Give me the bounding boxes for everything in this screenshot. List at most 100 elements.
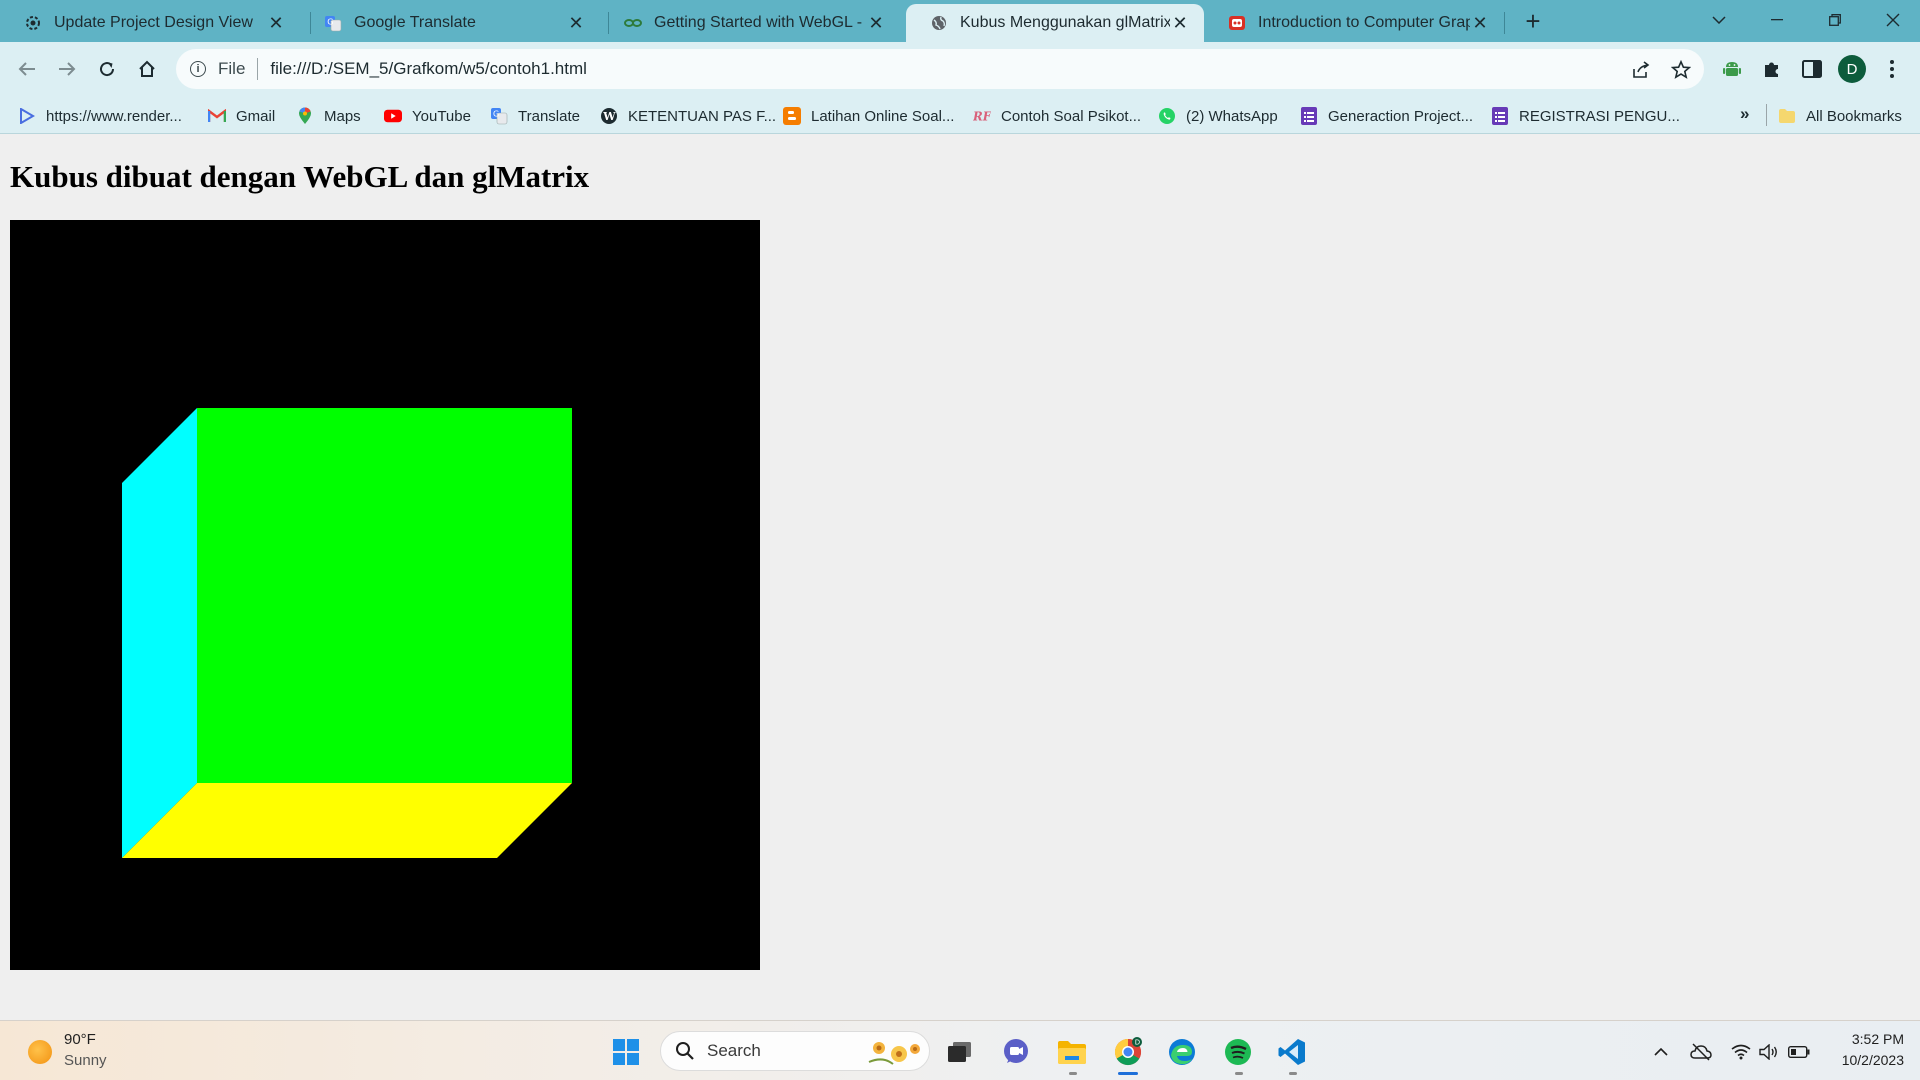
clock-date[interactable]: 10/2/2023 (1828, 1052, 1904, 1068)
weather-sun-icon[interactable] (28, 1040, 52, 1064)
tab-kubus-glmatrix[interactable]: Kubus Menggunakan glMatrix d ✕ (906, 4, 1204, 42)
teams-chat-button[interactable] (996, 1032, 1036, 1072)
reload-button[interactable] (89, 51, 125, 87)
chrome-button[interactable]: D (1108, 1032, 1148, 1072)
tab-intro-computer-graphics[interactable]: Introduction to Computer Graph ✕ (1204, 4, 1504, 42)
bookmarks-bar: https://www.render... Gmail Maps YouTube… (0, 96, 1920, 134)
tab-getting-started-webgl[interactable]: Getting Started with WebGL - Gu ✕ (600, 4, 900, 42)
show-hidden-icons-button[interactable] (1650, 1041, 1672, 1063)
close-window-button[interactable] (1868, 0, 1918, 40)
menu-kebab-icon[interactable] (1876, 53, 1908, 85)
onedrive-offline-icon[interactable] (1690, 1041, 1712, 1063)
active-indicator (1118, 1072, 1138, 1075)
bookmarks-divider (1766, 104, 1767, 126)
chat-icon (1004, 1039, 1028, 1063)
bookmark-contoh-soal[interactable]: RF Contoh Soal Psikot... (973, 105, 1141, 127)
spotify-button[interactable] (1218, 1032, 1258, 1072)
folder-icon (1778, 107, 1796, 125)
tab-title: Update Project Design View (54, 14, 253, 31)
forms-icon (1300, 107, 1318, 125)
clock-time[interactable]: 3:52 PM (1828, 1031, 1904, 1047)
svg-text:G: G (493, 110, 499, 119)
tab-strip: Update Project Design View ✕ G Google Tr… (0, 0, 1920, 42)
file-explorer-button[interactable] (1052, 1032, 1092, 1072)
task-view-button[interactable] (940, 1032, 980, 1072)
star-icon[interactable] (1668, 57, 1694, 83)
tab-google-translate[interactable]: G Google Translate ✕ (300, 4, 600, 42)
minimize-button[interactable] (1752, 0, 1802, 40)
tab-close-button[interactable]: ✕ (1170, 13, 1190, 33)
bookmark-label: Maps (324, 107, 361, 125)
bookmark-label: KETENTUAN PAS F... (628, 107, 777, 125)
tab-close-button[interactable]: ✕ (1470, 13, 1490, 33)
bookmark-translate[interactable]: G Translate (490, 105, 580, 127)
tab-update-project[interactable]: Update Project Design View ✕ (0, 4, 300, 42)
wifi-icon[interactable] (1730, 1041, 1752, 1063)
cube-bottom-face (122, 783, 572, 858)
tab-search-button[interactable] (1694, 0, 1744, 40)
bookmark-label: All Bookmarks (1806, 107, 1902, 125)
start-button[interactable] (606, 1032, 646, 1072)
pdf-icon (1228, 14, 1246, 32)
share-icon[interactable] (1628, 57, 1654, 83)
weather-temperature[interactable]: 90°F (64, 1031, 96, 1048)
blogger-icon (783, 107, 801, 125)
bookmark-render[interactable]: https://www.render... (18, 105, 182, 127)
google-translate-icon: G (324, 14, 342, 32)
volume-icon[interactable] (1758, 1041, 1780, 1063)
edge-button[interactable] (1162, 1032, 1202, 1072)
info-icon[interactable]: i (190, 61, 206, 77)
back-button[interactable] (9, 51, 45, 87)
bookmark-gmail[interactable]: Gmail (208, 105, 275, 127)
battery-icon[interactable] (1788, 1041, 1810, 1063)
new-tab-button[interactable]: + (1518, 6, 1548, 36)
site-icon: RF (973, 107, 991, 125)
taskbar-search-box[interactable]: Search (660, 1031, 930, 1071)
bookmark-label: Generaction Project... (1328, 107, 1474, 125)
cube-render (122, 408, 572, 858)
bookmark-ketentuan[interactable]: W KETENTUAN PAS F... (600, 105, 776, 127)
all-bookmarks-button[interactable]: All Bookmarks (1778, 105, 1902, 127)
tab-close-button[interactable]: ✕ (566, 13, 586, 33)
wordpress-icon: W (600, 107, 618, 125)
restore-button[interactable] (1810, 0, 1860, 40)
android-extension-icon[interactable] (1716, 53, 1748, 85)
whatsapp-icon (1158, 107, 1176, 125)
bookmark-registrasi[interactable]: REGISTRASI PENGU... (1491, 105, 1680, 127)
profile-avatar[interactable]: D (1838, 55, 1866, 83)
bookmark-whatsapp[interactable]: (2) WhatsApp (1158, 105, 1278, 127)
arrow-left-icon (18, 62, 35, 76)
bookmark-label: Gmail (236, 107, 276, 125)
bookmark-latihan-online[interactable]: Latihan Online Soal... (783, 105, 954, 127)
browser-toolbar: i File file:///D:/SEM_5/Grafkom/w5/conto… (0, 42, 1920, 96)
windows-logo-icon (613, 1039, 639, 1065)
tab-close-button[interactable]: ✕ (866, 13, 886, 33)
side-panel-icon[interactable] (1796, 53, 1828, 85)
bookmark-youtube[interactable]: YouTube (384, 105, 471, 127)
arrow-right-icon (59, 62, 76, 76)
bookmark-label: (2) WhatsApp (1186, 107, 1278, 125)
search-placeholder: Search (707, 1041, 761, 1060)
bookmark-generaction[interactable]: Generaction Project... (1300, 105, 1473, 127)
vscode-button[interactable] (1272, 1032, 1312, 1072)
url-text[interactable]: file:///D:/SEM_5/Grafkom/w5/contoh1.html (270, 59, 587, 79)
bookmarks-overflow-button[interactable]: » (1740, 104, 1749, 124)
home-button[interactable] (129, 51, 165, 87)
bookmark-label: Contoh Soal Psikot... (1001, 107, 1142, 125)
address-bar[interactable]: i File file:///D:/SEM_5/Grafkom/w5/conto… (176, 49, 1704, 89)
omnibox-divider (257, 58, 259, 80)
forward-button[interactable] (49, 51, 85, 87)
extensions-puzzle-icon[interactable] (1756, 53, 1788, 85)
tab-close-button[interactable]: ✕ (266, 13, 286, 33)
svg-text:W: W (602, 110, 616, 123)
render-icon (18, 107, 36, 125)
chrome-icon: D (1114, 1037, 1142, 1066)
weather-description[interactable]: Sunny (64, 1052, 107, 1069)
webgl-canvas[interactable] (10, 220, 760, 970)
bookmark-label: https://www.render... (46, 107, 182, 125)
forms-icon (1491, 107, 1509, 125)
svg-text:RF: RF (973, 110, 991, 124)
gear-icon (24, 14, 42, 32)
bookmark-maps[interactable]: Maps (296, 105, 361, 127)
home-icon (139, 60, 155, 77)
